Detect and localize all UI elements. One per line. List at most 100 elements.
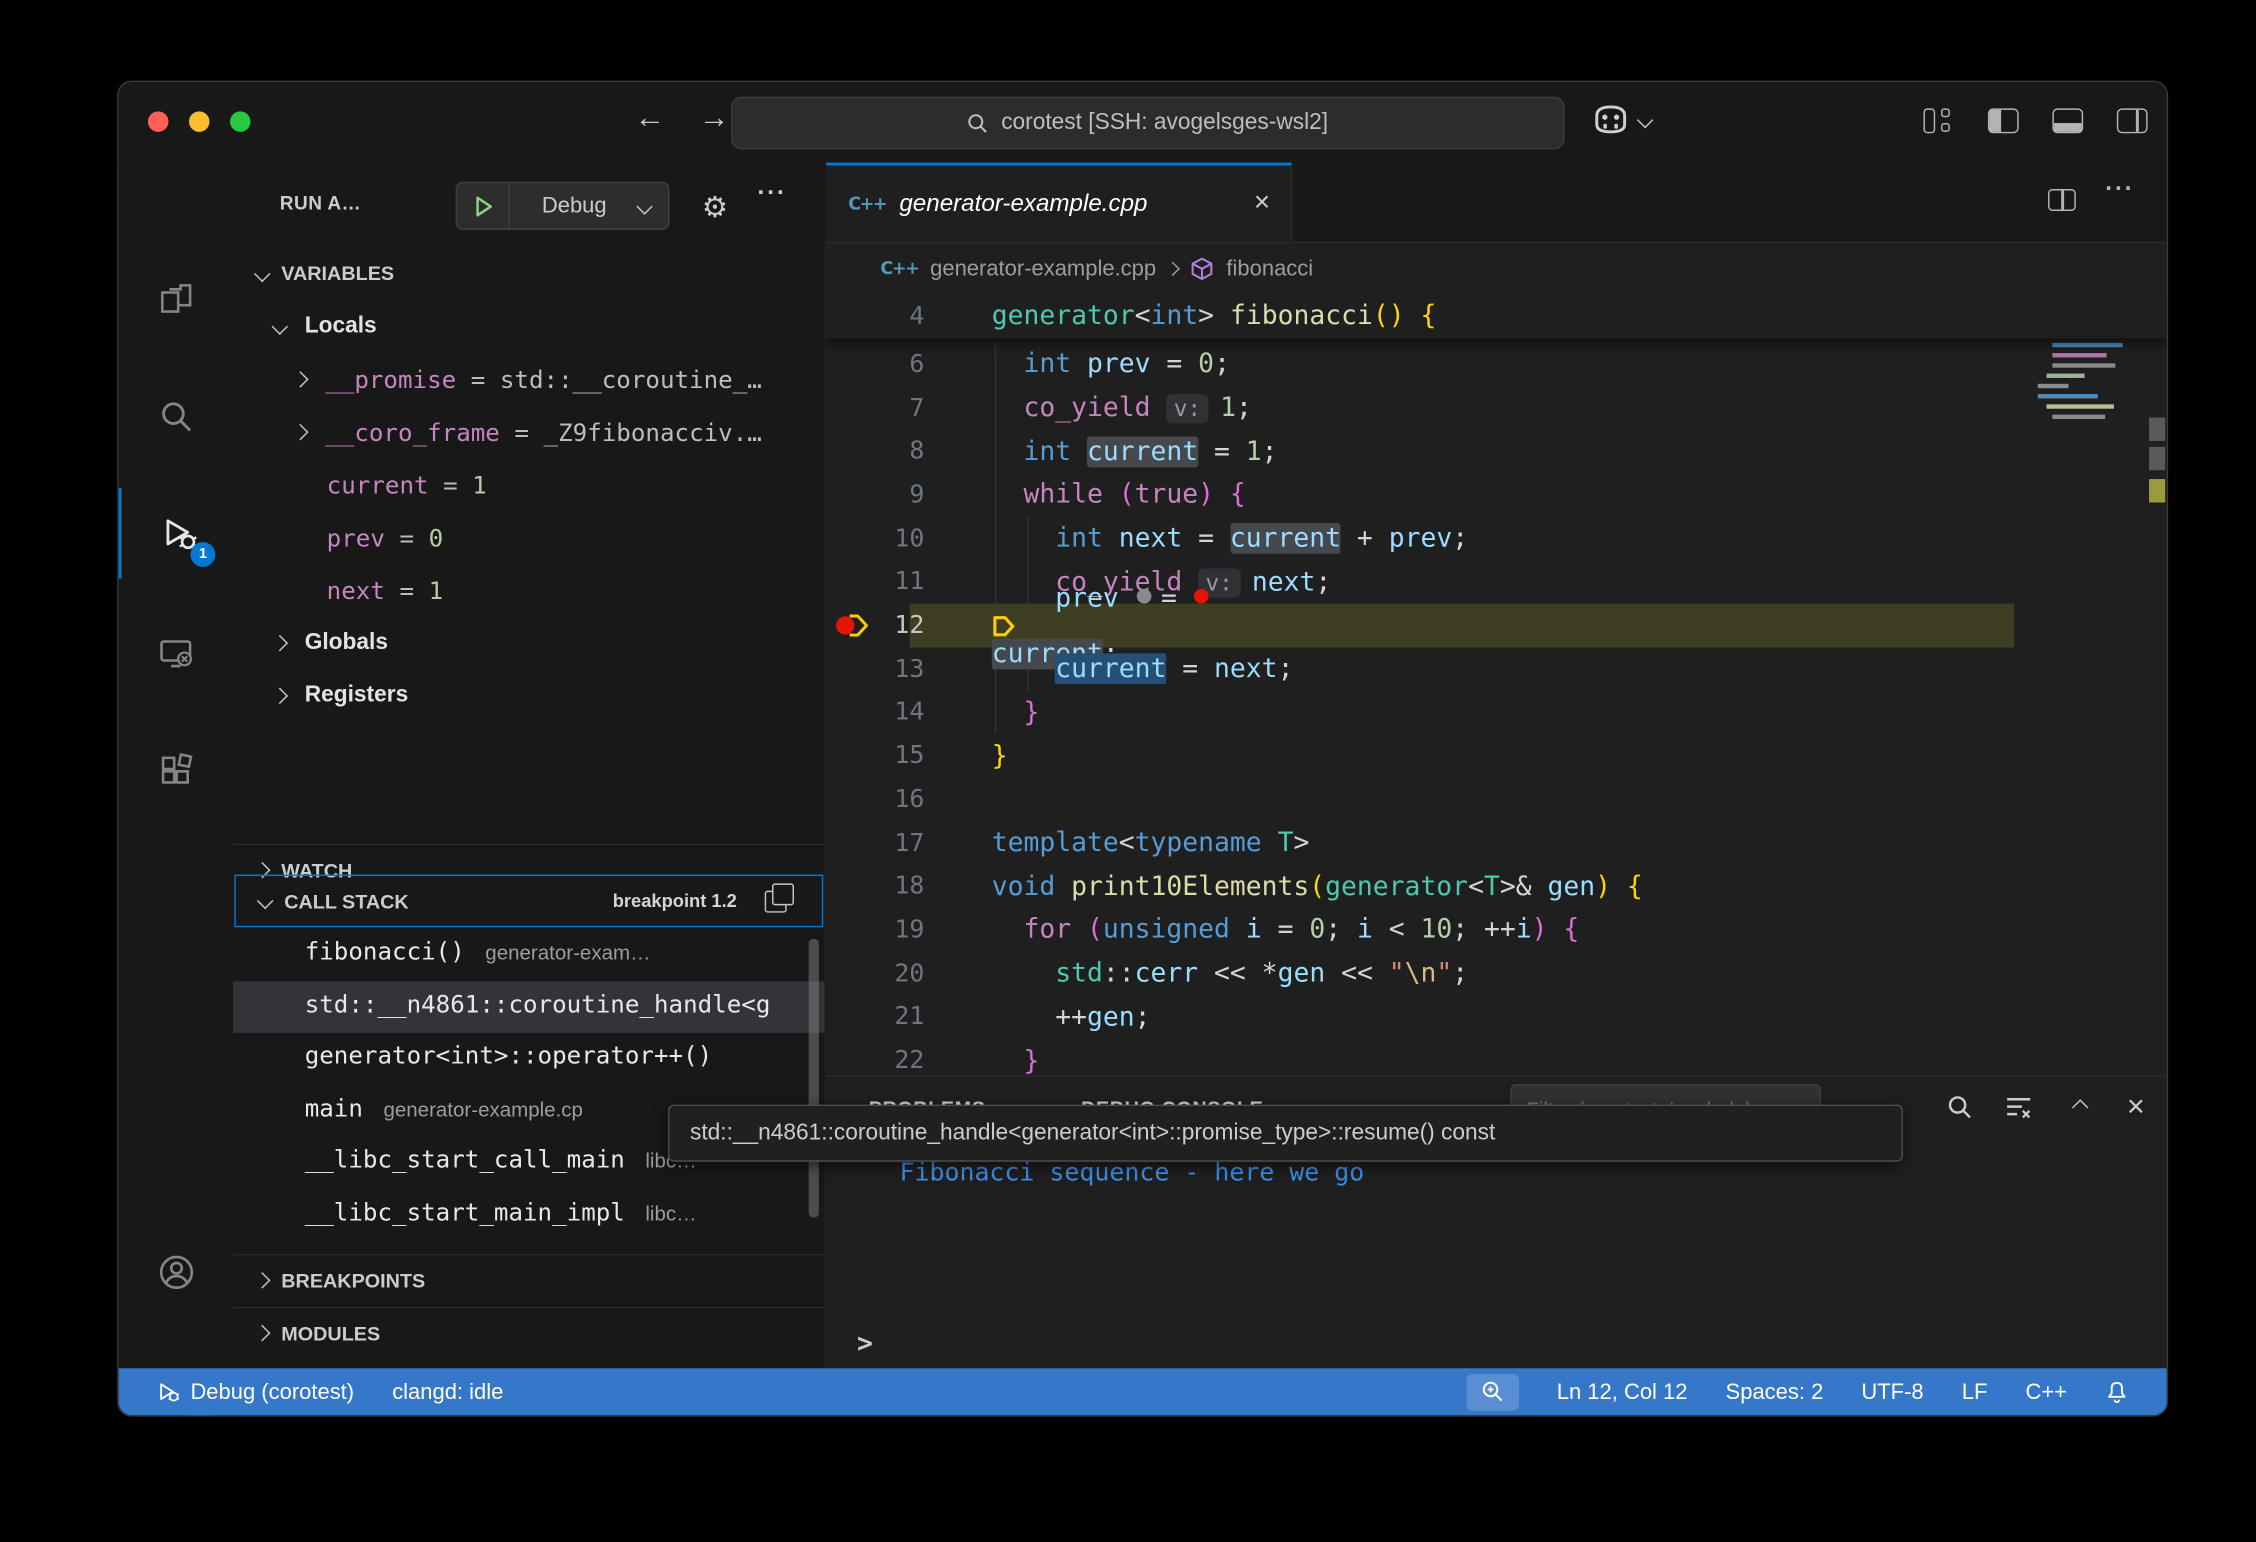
- variable-row[interactable]: Globals: [233, 617, 825, 670]
- breadcrumb-symbol[interactable]: fibonacci: [1226, 256, 1313, 281]
- code-line-13[interactable]: 13 current = next;: [825, 647, 2167, 690]
- customize-layout-icon[interactable]: [1923, 108, 1954, 133]
- forward-icon[interactable]: →: [699, 101, 730, 136]
- code-line-9[interactable]: 9 while (true) {: [825, 473, 2167, 516]
- search-icon[interactable]: [119, 371, 233, 462]
- line-number[interactable]: 4: [825, 302, 925, 331]
- variable-row[interactable]: prev = 0: [233, 511, 825, 564]
- tree-chevron-icon[interactable]: [272, 318, 289, 335]
- minimize-traffic-light[interactable]: [189, 111, 210, 132]
- code-area[interactable]: 6 int prev = 0;7 co_yield v:1;8 int curr…: [825, 294, 2167, 1075]
- code-line-6[interactable]: 6 int prev = 0;: [825, 343, 2167, 386]
- section-breakpoints[interactable]: BREAKPOINTS: [233, 1254, 825, 1305]
- tree-chevron-icon[interactable]: [272, 688, 289, 705]
- line-number[interactable]: 9: [825, 480, 925, 509]
- sidebar-scrollbar[interactable]: [809, 939, 819, 1217]
- editor-more-actions-icon[interactable]: ···: [2105, 174, 2134, 203]
- line-number[interactable]: 22: [825, 1046, 925, 1075]
- line-number[interactable]: 14: [825, 698, 925, 727]
- call-stack-frame[interactable]: generator<int>::operator++(): [233, 1033, 825, 1084]
- variable-row[interactable]: Registers: [233, 669, 825, 722]
- code-line-7[interactable]: 7 co_yield v:1;: [825, 386, 2167, 429]
- explorer-icon[interactable]: [119, 253, 233, 344]
- split-editor-icon[interactable]: [2048, 189, 2076, 211]
- tree-chevron-icon[interactable]: [292, 371, 309, 388]
- copy-call-stack-icon[interactable]: [765, 890, 787, 912]
- section-call-stack[interactable]: CALL STACK breakpoint 1.2: [234, 875, 823, 928]
- toggle-secondary-sidebar-icon[interactable]: [2117, 108, 2148, 133]
- screencast-zoom-indicator[interactable]: [1466, 1373, 1519, 1410]
- encoding[interactable]: UTF-8: [1861, 1379, 1923, 1404]
- line-number[interactable]: 19: [825, 915, 925, 944]
- debug-settings-gear-icon[interactable]: ⚙: [702, 189, 728, 226]
- line-number[interactable]: 6: [825, 350, 925, 379]
- tab-generator-example[interactable]: C++ generator-example.cpp ×: [826, 163, 1292, 242]
- variable-row[interactable]: current = 1: [233, 459, 825, 512]
- clangd-status[interactable]: clangd: idle: [392, 1379, 503, 1404]
- call-stack-frame[interactable]: std::__n4861::coroutine_handle<g: [233, 981, 825, 1032]
- variable-row[interactable]: Locals: [233, 300, 825, 353]
- call-stack-frame[interactable]: __libc_start_main_impllibc…: [233, 1189, 825, 1240]
- tree-chevron-icon[interactable]: [272, 635, 289, 652]
- line-number[interactable]: 18: [825, 872, 925, 901]
- variable-row[interactable]: next = 1: [233, 564, 825, 617]
- extensions-icon[interactable]: [119, 725, 233, 816]
- debug-configuration-dropdown[interactable]: Debug: [456, 182, 670, 230]
- language-mode[interactable]: C++: [2025, 1379, 2067, 1404]
- toggle-panel-icon[interactable]: [2052, 108, 2083, 133]
- back-icon[interactable]: ←: [634, 101, 665, 136]
- variable-row[interactable]: __coro_frame = _Z9fibonacciv.…: [233, 406, 825, 459]
- eol[interactable]: LF: [1962, 1379, 1988, 1404]
- close-panel-icon[interactable]: ×: [2117, 1088, 2155, 1126]
- debug-status[interactable]: Debug (corotest): [157, 1379, 354, 1404]
- command-center-search[interactable]: corotest [SSH: avogelsges-wsl2]: [731, 97, 1565, 150]
- line-number[interactable]: 8: [825, 437, 925, 466]
- line-number[interactable]: 21: [825, 1003, 925, 1032]
- code-line-15[interactable]: 15}: [825, 734, 2167, 777]
- line-number[interactable]: 11: [825, 567, 925, 596]
- console-prompt[interactable]: >: [857, 1329, 873, 1360]
- call-stack-frame[interactable]: fibonacci()generator-exam…: [233, 929, 825, 980]
- line-number[interactable]: 15: [825, 741, 925, 770]
- code-line-10[interactable]: 10 int next = current + prev;: [825, 517, 2167, 560]
- line-number[interactable]: 16: [825, 785, 925, 814]
- accounts-icon[interactable]: [119, 1226, 233, 1317]
- code-line-19[interactable]: 19 for (unsigned i = 0; i < 10; ++i) {: [825, 908, 2167, 951]
- section-variables[interactable]: VARIABLES: [233, 248, 825, 299]
- run-and-debug-icon[interactable]: 1: [119, 488, 236, 579]
- close-traffic-light[interactable]: [148, 111, 169, 132]
- code-line-12[interactable]: 12 prev = current;: [825, 604, 2167, 647]
- line-number[interactable]: 17: [825, 828, 925, 857]
- section-modules[interactable]: MODULES: [233, 1307, 825, 1358]
- code-line-17[interactable]: 17template<typename T>: [825, 821, 2167, 864]
- line-number[interactable]: 20: [825, 959, 925, 988]
- tab-close-icon[interactable]: ×: [1254, 188, 1270, 220]
- zoom-traffic-light[interactable]: [230, 111, 251, 132]
- toggle-primary-sidebar-icon[interactable]: [1988, 108, 2019, 133]
- remote-explorer-icon[interactable]: [119, 608, 233, 699]
- maximize-panel-icon[interactable]: [2061, 1088, 2099, 1126]
- start-debug-icon[interactable]: [472, 194, 495, 217]
- code-line-18[interactable]: 18void print10Elements(generator<T>& gen…: [825, 865, 2167, 908]
- cursor-position[interactable]: Ln 12, Col 12: [1557, 1379, 1688, 1404]
- copilot-menu[interactable]: [1591, 103, 1651, 137]
- breadcrumb-file[interactable]: generator-example.cpp: [930, 256, 1156, 281]
- sticky-scroll-line[interactable]: 4generator<int> fibonacci() {: [825, 294, 2167, 337]
- code-line-16[interactable]: 16: [825, 778, 2167, 821]
- clear-console-icon[interactable]: [2000, 1088, 2038, 1126]
- line-number[interactable]: 7: [825, 393, 925, 422]
- panel-search-icon[interactable]: [1941, 1088, 1979, 1126]
- code-line-22[interactable]: 22 }: [825, 1039, 2167, 1075]
- variable-row[interactable]: __promise = std::__coroutine_…: [233, 353, 825, 406]
- line-number[interactable]: 10: [825, 524, 925, 553]
- code-line-8[interactable]: 8 int current = 1;: [825, 430, 2167, 473]
- line-number[interactable]: 13: [825, 654, 925, 683]
- breakpoint-current-line-icon[interactable]: [834, 604, 884, 647]
- code-line-20[interactable]: 20 std::cerr << *gen << "\n";: [825, 952, 2167, 995]
- notifications-bell-icon[interactable]: [2105, 1379, 2128, 1404]
- tree-chevron-icon[interactable]: [292, 424, 309, 441]
- views-more-actions-icon[interactable]: ···: [757, 179, 786, 208]
- code-line-21[interactable]: 21 ++gen;: [825, 995, 2167, 1038]
- indentation[interactable]: Spaces: 2: [1726, 1379, 1824, 1404]
- code-line-14[interactable]: 14 }: [825, 691, 2167, 734]
